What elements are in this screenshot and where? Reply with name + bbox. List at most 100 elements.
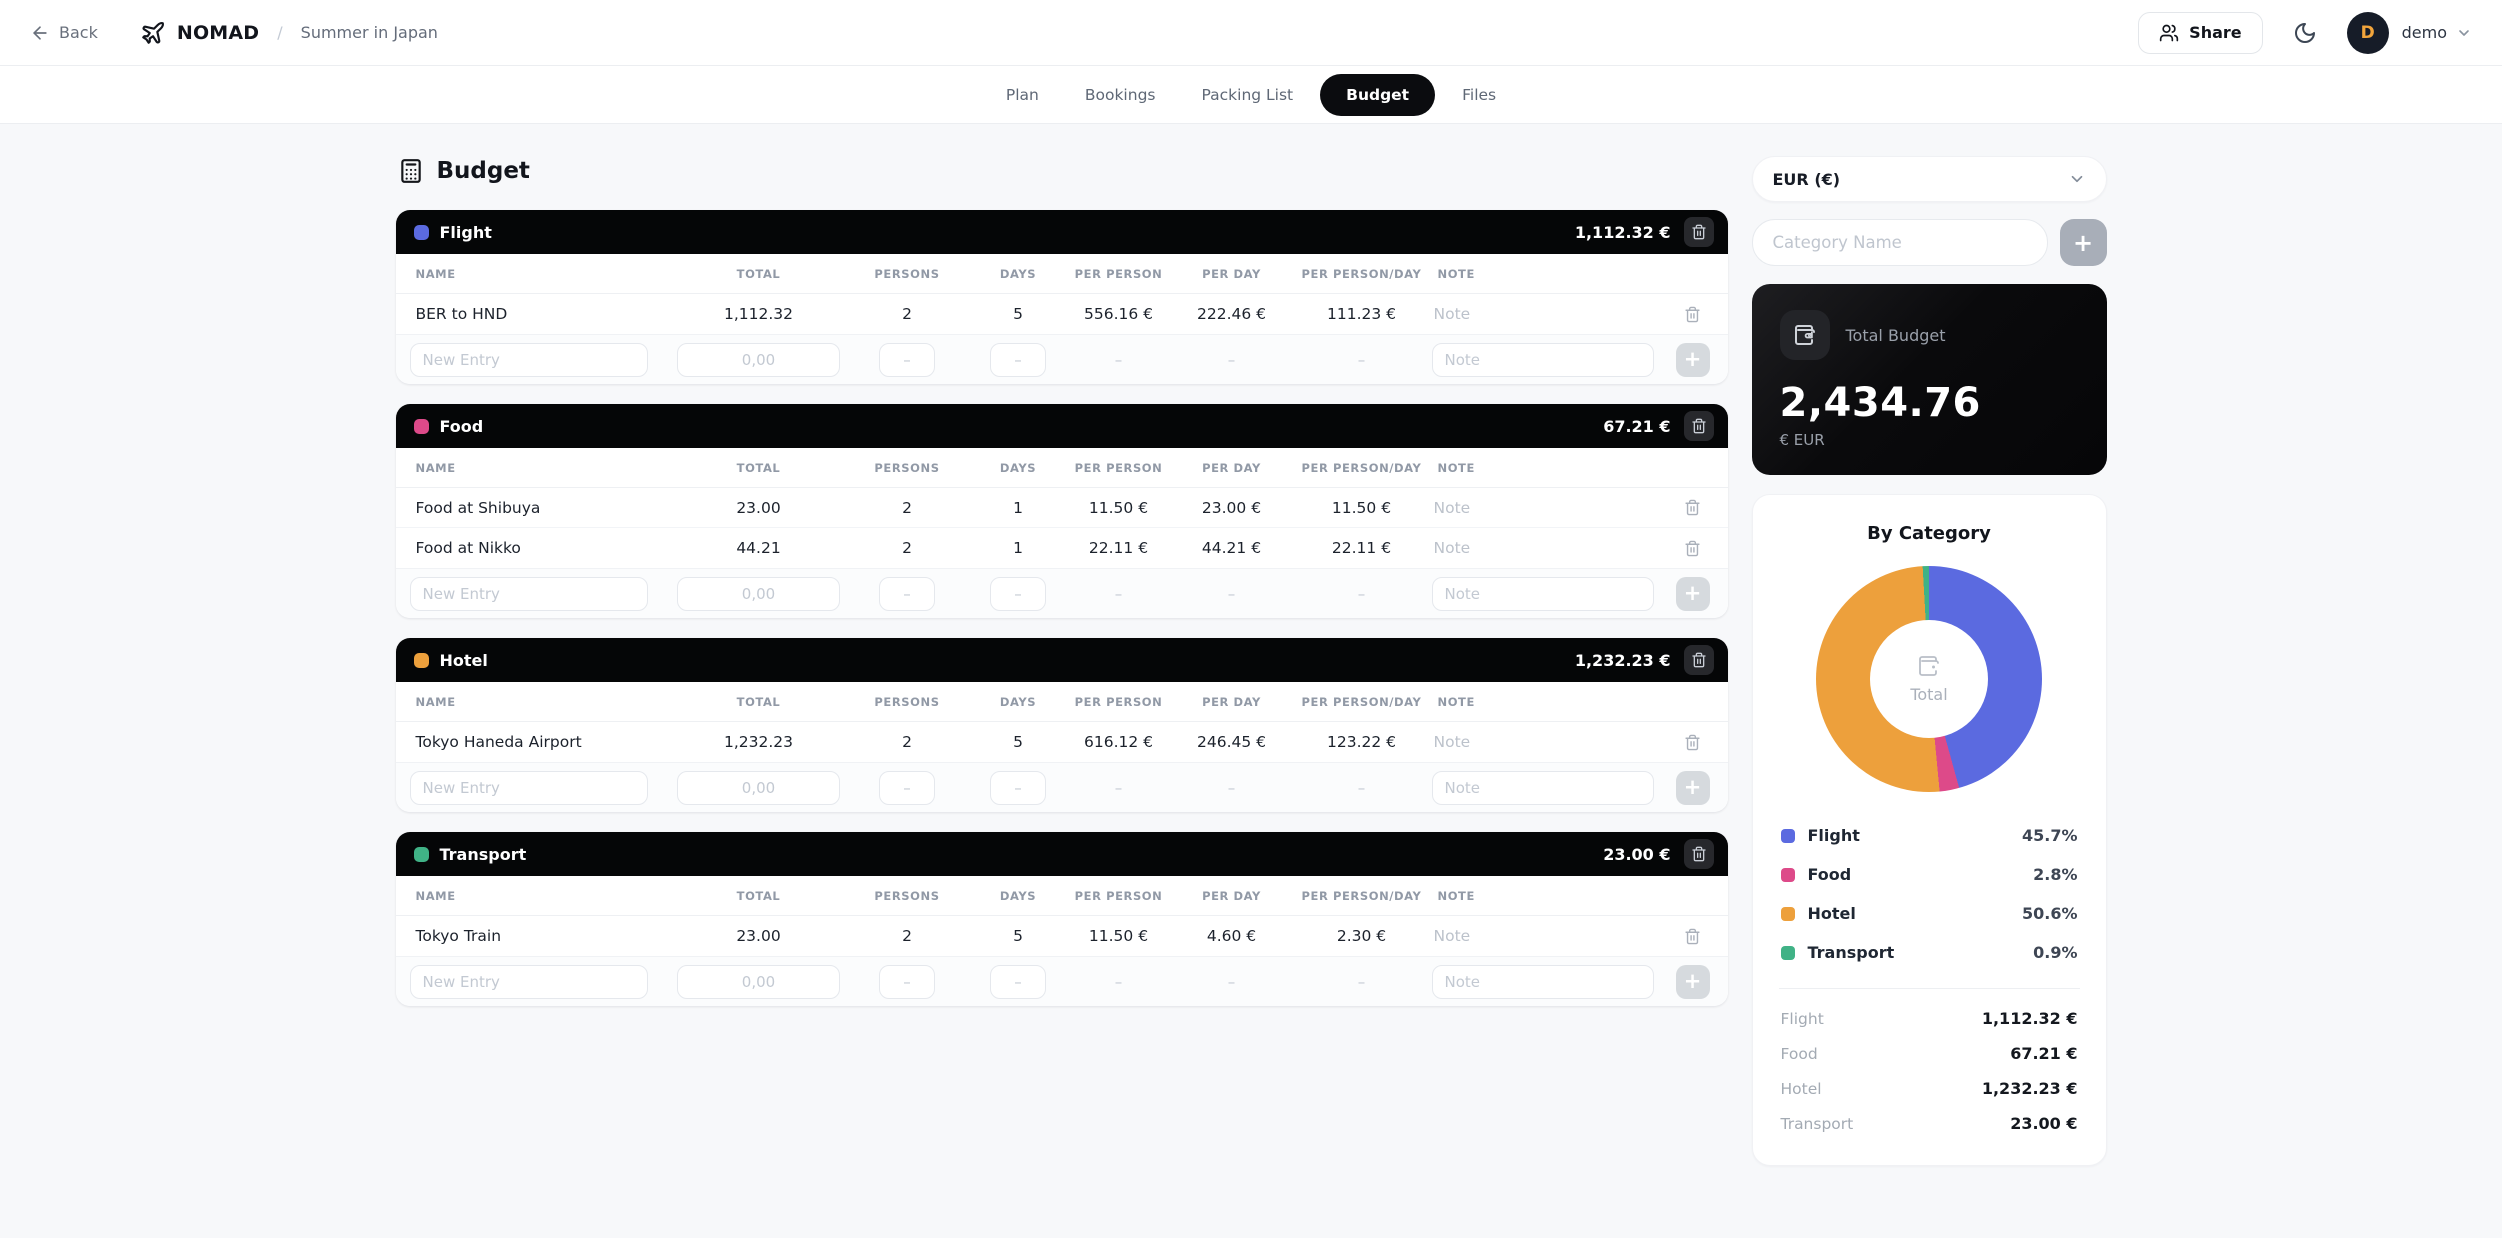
entry-per-person-day: 11.50 € <box>1292 499 1432 517</box>
add-entry-button[interactable]: + <box>1676 965 1710 999</box>
entry-days: 1 <box>971 539 1066 557</box>
trash-icon <box>1684 499 1701 516</box>
new-entry-name-input[interactable] <box>410 771 648 805</box>
new-entry-total-input[interactable] <box>677 965 840 999</box>
donut-center: Total <box>1870 620 1988 738</box>
tab-files[interactable]: Files <box>1443 76 1515 114</box>
column-header-per-person: PER PERSON <box>1066 889 1172 903</box>
new-entry-days-input[interactable] <box>990 577 1046 611</box>
new-entry-days-input[interactable] <box>990 343 1046 377</box>
user-name: demo <box>2402 23 2447 42</box>
moon-icon <box>2293 21 2317 45</box>
delete-category-button[interactable] <box>1684 839 1714 869</box>
user-menu[interactable]: demo <box>2402 23 2472 42</box>
table-body: Food at Shibuya 23.00 2 1 11.50 € 23.00 … <box>396 488 1728 568</box>
dark-mode-toggle[interactable] <box>2293 21 2317 45</box>
delete-category-button[interactable] <box>1684 217 1714 247</box>
new-entry-note-input[interactable] <box>1432 965 1654 999</box>
table-body: BER to HND 1,112.32 2 5 556.16 € 222.46 … <box>396 294 1728 334</box>
new-entry-name-input[interactable] <box>410 965 648 999</box>
new-entry-total-input[interactable] <box>677 771 840 805</box>
per-person-day-placeholder: – <box>1292 779 1432 797</box>
entry-per-person: 616.12 € <box>1066 733 1172 751</box>
category-total-value: 1,232.23 € <box>1982 1079 2078 1098</box>
category-color-dot <box>414 419 429 434</box>
top-bar-actions: Share D demo <box>2138 12 2472 54</box>
delete-entry-button[interactable] <box>1680 924 1705 949</box>
entry-note-input[interactable] <box>1432 305 1664 323</box>
column-header-total: TOTAL <box>674 695 844 709</box>
category-header: Hotel 1,232.23 € <box>396 638 1728 682</box>
app-logo[interactable]: NOMAD <box>140 20 259 46</box>
breadcrumb-separator: / <box>277 23 282 42</box>
column-header-persons: PERSONS <box>844 461 971 475</box>
add-entry-button[interactable]: + <box>1676 771 1710 805</box>
new-entry-persons-input[interactable] <box>879 343 935 377</box>
column-header-name: NAME <box>410 695 674 709</box>
delete-entry-button[interactable] <box>1680 495 1705 520</box>
legend-item-hotel: Hotel50.6% <box>1779 894 2080 933</box>
column-header-per-day: PER DAY <box>1172 695 1292 709</box>
entry-total: 1,232.23 <box>674 733 844 751</box>
column-header-per-person-day: PER PERSON/DAY <box>1292 267 1432 281</box>
new-entry-note-input[interactable] <box>1432 577 1654 611</box>
new-entry-name-input[interactable] <box>410 343 648 377</box>
category-name-input[interactable] <box>1752 219 2048 266</box>
category-color-dot <box>414 847 429 862</box>
currency-select[interactable]: EUR (€) <box>1752 156 2107 202</box>
new-entry-note-input[interactable] <box>1432 771 1654 805</box>
delete-entry-button[interactable] <box>1680 730 1705 755</box>
new-entry-days-input[interactable] <box>990 771 1046 805</box>
category-total: 1,232.23 € <box>1575 651 1671 670</box>
category-total: 1,112.32 € <box>1575 223 1671 242</box>
column-header-per-person: PER PERSON <box>1066 695 1172 709</box>
avatar-initial: D <box>2361 23 2375 43</box>
entry-persons: 2 <box>844 927 971 945</box>
legend-color-dot <box>1781 946 1795 960</box>
per-day-placeholder: – <box>1172 779 1292 797</box>
column-header-per-day: PER DAY <box>1172 461 1292 475</box>
share-button[interactable]: Share <box>2138 12 2262 54</box>
add-entry-button[interactable]: + <box>1676 577 1710 611</box>
back-label: Back <box>59 23 98 42</box>
tab-budget[interactable]: Budget <box>1320 74 1435 116</box>
new-entry-note-input[interactable] <box>1432 343 1654 377</box>
legend-item-transport: Transport0.9% <box>1779 933 2080 972</box>
entry-name: BER to HND <box>410 305 674 323</box>
tab-plan[interactable]: Plan <box>987 76 1058 114</box>
add-category-button[interactable]: + <box>2060 219 2107 266</box>
add-category-row: + <box>1752 219 2107 266</box>
entry-note-input[interactable] <box>1432 733 1664 751</box>
entry-note-input[interactable] <box>1432 927 1664 945</box>
entry-per-day: 4.60 € <box>1172 927 1292 945</box>
delete-category-button[interactable] <box>1684 645 1714 675</box>
new-entry-name-input[interactable] <box>410 577 648 611</box>
add-entry-button[interactable]: + <box>1676 343 1710 377</box>
tab-bar: PlanBookingsPacking ListBudgetFiles <box>0 66 2502 124</box>
legend-label: Transport <box>1808 943 1895 962</box>
new-entry-persons-input[interactable] <box>879 771 935 805</box>
new-entry-days-input[interactable] <box>990 965 1046 999</box>
entry-name: Tokyo Haneda Airport <box>410 733 674 751</box>
budget-tables-column: Budget Flight 1,112.32 € NAMETOTALPERSON… <box>396 156 1728 1026</box>
table-header-row: NAMETOTALPERSONSDAYSPER PERSONPER DAYPER… <box>396 254 1728 294</box>
new-entry-total-input[interactable] <box>677 577 840 611</box>
category-total-row-hotel: Hotel1,232.23 € <box>1779 1071 2080 1106</box>
new-entry-persons-input[interactable] <box>879 577 935 611</box>
tab-packing-list[interactable]: Packing List <box>1182 76 1312 114</box>
back-button[interactable]: Back <box>30 23 98 43</box>
legend-label: Hotel <box>1808 904 1856 923</box>
entry-note-input[interactable] <box>1432 539 1664 557</box>
new-entry-persons-input[interactable] <box>879 965 935 999</box>
entry-note-input[interactable] <box>1432 499 1664 517</box>
avatar[interactable]: D <box>2347 12 2389 54</box>
tab-bookings[interactable]: Bookings <box>1066 76 1175 114</box>
entry-name: Food at Shibuya <box>410 499 674 517</box>
delete-entry-button[interactable] <box>1680 536 1705 561</box>
entry-per-day: 23.00 € <box>1172 499 1292 517</box>
new-entry-total-input[interactable] <box>677 343 840 377</box>
trash-icon <box>1691 652 1707 668</box>
delete-category-button[interactable] <box>1684 411 1714 441</box>
wallet-icon <box>1917 654 1941 678</box>
delete-entry-button[interactable] <box>1680 302 1705 327</box>
